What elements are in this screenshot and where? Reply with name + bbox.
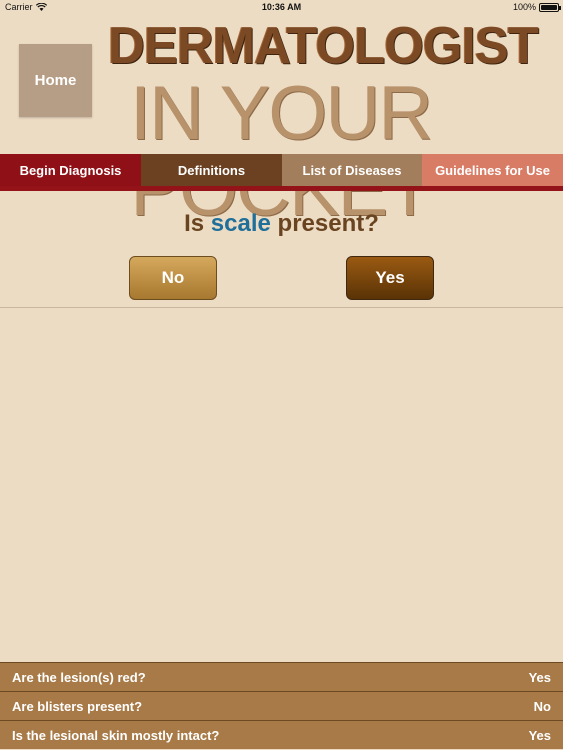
battery-percent: 100% [512, 2, 536, 12]
no-button[interactable]: No [129, 256, 217, 300]
battery-indicator: 100% [512, 2, 561, 12]
tab-guidelines-for-use[interactable]: Guidelines for Use [422, 154, 563, 186]
answer-history: Are the lesion(s) red? Yes Are blisters … [0, 662, 563, 750]
clock: 10:36 AM [261, 2, 302, 12]
history-answer: Yes [528, 727, 551, 743]
question-keyword: scale [210, 210, 271, 237]
status-bar: Carrier 10:36 AM 100% [0, 0, 563, 16]
app-header: Home DERMATOLOGIST IN YOUR POCKET [0, 16, 563, 228]
question-prefix: Is [184, 210, 211, 237]
yes-button[interactable]: Yes [346, 256, 434, 300]
home-button[interactable]: Home [19, 44, 92, 117]
history-answer: No [533, 698, 551, 714]
tab-begin-diagnosis[interactable]: Begin Diagnosis [0, 154, 141, 186]
history-row[interactable]: Are blisters present? No [0, 691, 563, 720]
history-row[interactable]: Are the lesion(s) red? Yes [0, 662, 563, 691]
logo-title: DERMATOLOGIST [108, 17, 539, 75]
question-text: Is scale present? [0, 210, 563, 238]
history-question: Are blisters present? [12, 698, 143, 714]
divider [0, 307, 563, 308]
history-question: Is the lesional skin mostly intact? [12, 727, 220, 743]
main-nav: Begin Diagnosis Definitions List of Dise… [0, 154, 563, 191]
tab-definitions[interactable]: Definitions [141, 154, 282, 186]
question-suffix: present? [270, 210, 379, 237]
battery-icon [539, 2, 561, 12]
logo-subtitle: IN YOUR POCKET [129, 71, 433, 232]
history-row[interactable]: Is the lesional skin mostly intact? Yes [0, 720, 563, 749]
history-answer: Yes [528, 669, 551, 685]
app-logo: DERMATOLOGIST IN YOUR POCKET [108, 17, 539, 228]
tab-list-of-diseases[interactable]: List of Diseases [282, 154, 422, 186]
history-question: Are the lesion(s) red? [12, 669, 146, 685]
